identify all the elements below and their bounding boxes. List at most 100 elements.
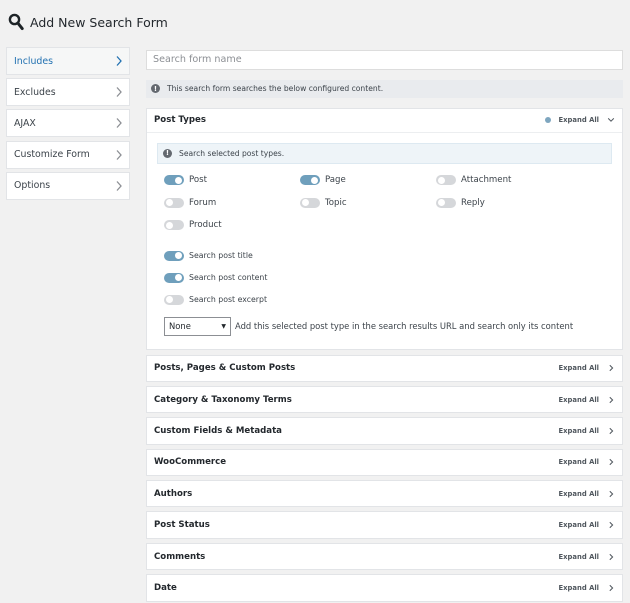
- expand-all-link[interactable]: Expand All: [559, 553, 599, 561]
- expand-all-link[interactable]: Expand All: [559, 396, 599, 404]
- panel-title: Custom Fields & Metadata: [154, 425, 282, 436]
- expand-all-link[interactable]: Expand All: [559, 458, 599, 466]
- panel-title: Posts, Pages & Custom Posts: [154, 363, 296, 374]
- section-category-taxonomy: Category & Taxonomy Terms Expand All: [146, 385, 623, 414]
- toggle-switch[interactable]: [164, 175, 184, 185]
- sidebar-item-excludes[interactable]: Excludes: [6, 78, 130, 107]
- chevron-right-icon[interactable]: [607, 363, 615, 373]
- expand-all-link[interactable]: Expand All: [559, 490, 599, 498]
- chevron-right-icon[interactable]: [607, 457, 615, 467]
- toggle-switch[interactable]: [164, 220, 184, 230]
- expand-all-link[interactable]: Expand All: [559, 521, 599, 529]
- expand-all-link[interactable]: Expand All: [559, 584, 599, 592]
- toggle-switch[interactable]: [164, 294, 184, 305]
- section-header[interactable]: WooCommerce Expand All: [147, 450, 622, 475]
- section-posts-pages: Posts, Pages & Custom Posts Expand All: [146, 354, 623, 382]
- chevron-right-icon: [116, 149, 122, 160]
- chevron-right-icon[interactable]: [607, 426, 615, 436]
- toggle-switch[interactable]: [164, 250, 184, 261]
- sidebar-item-includes[interactable]: Includes: [6, 47, 130, 75]
- sidebar-nav: Includes Excludes AJAX Customize Form Op…: [6, 47, 130, 203]
- search-form-name-input[interactable]: [146, 49, 623, 70]
- section-header[interactable]: Comments Expand All: [147, 544, 622, 569]
- expand-all-link[interactable]: Expand All: [559, 427, 599, 435]
- section-header[interactable]: Date Expand All: [147, 575, 622, 600]
- chevron-right-icon[interactable]: [607, 489, 615, 499]
- page-title: Add New Search Form: [30, 14, 168, 30]
- chevron-right-icon[interactable]: [607, 395, 615, 405]
- status-dot: [544, 117, 551, 123]
- chevron-down-icon[interactable]: [607, 115, 615, 125]
- search-options: Search post title Search post content Se…: [164, 245, 612, 311]
- toggle-post[interactable]: Post: [164, 172, 300, 189]
- toggle-switch[interactable]: [436, 175, 456, 185]
- chevron-right-icon[interactable]: [607, 583, 615, 593]
- panel-title: Post Types: [154, 115, 206, 125]
- chevron-right-icon: [116, 87, 122, 98]
- info-text: Search selected post types.: [179, 148, 285, 158]
- select-value: None: [169, 321, 191, 331]
- form-notice: ! This search form searches the below co…: [146, 79, 623, 98]
- toggle-forum[interactable]: Forum: [164, 194, 300, 211]
- post-type-select[interactable]: None ▼: [164, 316, 231, 336]
- toggle-label: Reply: [461, 197, 485, 208]
- sidebar-item-label: Excludes: [14, 86, 56, 98]
- sidebar-item-label: Options: [14, 180, 51, 192]
- toggle-label: Search post excerpt: [189, 295, 268, 304]
- toggle-page[interactable]: Page: [300, 172, 436, 189]
- toggle-switch[interactable]: [300, 175, 320, 185]
- toggle-switch[interactable]: [300, 197, 320, 208]
- post-type-url-row: None ▼ Add this selected post type in th…: [164, 316, 612, 336]
- page-header: Add New Search Form: [8, 11, 168, 33]
- chevron-right-icon: [116, 118, 122, 129]
- expand-all-link[interactable]: Expand All: [559, 116, 599, 124]
- toggle-attachment[interactable]: Attachment: [436, 172, 572, 189]
- section-header[interactable]: Category & Taxonomy Terms Expand All: [147, 387, 622, 412]
- select-description: Add this selected post type in the searc…: [235, 321, 574, 331]
- section-header[interactable]: Post Status Expand All: [147, 512, 622, 537]
- sidebar-item-options[interactable]: Options: [6, 171, 130, 200]
- section-custom-fields: Custom Fields & Metadata Expand All: [146, 417, 623, 445]
- toggle-switch[interactable]: [164, 272, 184, 283]
- toggle-label: Post: [189, 175, 207, 185]
- panel-title: Post Status: [154, 520, 210, 531]
- toggle-search-post-content[interactable]: Search post content: [164, 267, 612, 289]
- chevron-right-icon[interactable]: [607, 520, 615, 530]
- toggle-topic[interactable]: Topic: [300, 194, 436, 211]
- post-types-panel: Post Types Expand All ! Search selected …: [146, 107, 623, 350]
- panel-title: Category & Taxonomy Terms: [154, 394, 292, 405]
- toggle-switch[interactable]: [164, 197, 184, 208]
- section-header[interactable]: Authors Expand All: [147, 481, 622, 506]
- expand-all-link[interactable]: Expand All: [559, 364, 599, 372]
- toggle-reply[interactable]: Reply: [436, 194, 572, 211]
- post-types-body: ! Search selected post types. Post Page …: [147, 133, 622, 349]
- caret-down-icon: ▼: [221, 322, 226, 330]
- chevron-right-icon: [116, 56, 122, 66]
- sidebar-item-ajax[interactable]: AJAX: [6, 109, 130, 138]
- toggle-label: Search post title: [189, 251, 253, 260]
- toggle-label: Topic: [325, 197, 347, 208]
- chevron-right-icon: [116, 180, 122, 191]
- toggle-label: Search post content: [189, 273, 268, 282]
- panel-title: WooCommerce: [154, 457, 227, 468]
- section-woocommerce: WooCommerce Expand All: [146, 448, 623, 477]
- panel-title: Authors: [154, 488, 193, 499]
- sidebar-item-customize-form[interactable]: Customize Form: [6, 140, 130, 169]
- chevron-right-icon[interactable]: [607, 552, 615, 562]
- section-header[interactable]: Posts, Pages & Custom Posts Expand All: [147, 356, 622, 381]
- toggle-switch[interactable]: [436, 197, 456, 208]
- panel-title: Comments: [154, 551, 206, 562]
- post-types-header[interactable]: Post Types Expand All: [147, 109, 622, 133]
- post-types-info: ! Search selected post types.: [157, 142, 612, 164]
- toggle-label: Product: [189, 220, 222, 230]
- toggle-search-post-title[interactable]: Search post title: [164, 245, 612, 267]
- toggle-search-post-excerpt[interactable]: Search post excerpt: [164, 289, 612, 311]
- section-authors: Authors Expand All: [146, 480, 623, 508]
- section-header[interactable]: Custom Fields & Metadata Expand All: [147, 418, 622, 443]
- section-date: Date Expand All: [146, 574, 623, 602]
- post-type-toggles: Post Page Attachment Forum Topic Reply P…: [164, 172, 612, 234]
- search-icon: [8, 13, 24, 31]
- panel-title: Date: [154, 582, 177, 593]
- info-icon: !: [163, 148, 172, 158]
- toggle-product[interactable]: Product: [164, 217, 300, 234]
